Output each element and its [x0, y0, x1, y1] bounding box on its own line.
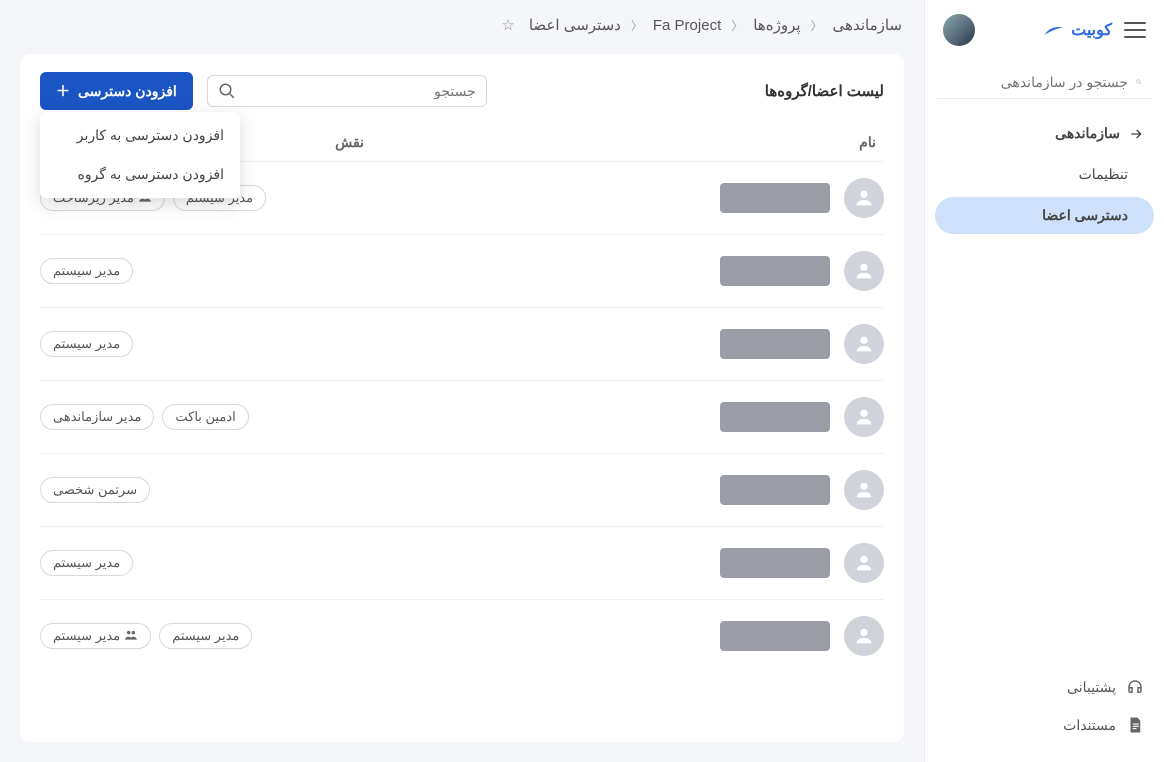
role-label: سرتمن شخصی [53, 482, 137, 498]
role-chip[interactable]: مدیر سیستم [40, 550, 133, 576]
star-icon[interactable]: ☆ [501, 16, 514, 34]
role-chip[interactable]: مدیر سیستم [159, 623, 252, 649]
member-avatar [844, 178, 884, 218]
roles: سرتمن شخصی [40, 477, 150, 503]
role-label: مدیر سازماندهی [53, 409, 141, 425]
table-row[interactable]: سرتمن شخصی [40, 453, 884, 526]
crumb-3[interactable]: دسترسی اعضا [529, 16, 621, 34]
search-input[interactable] [242, 83, 476, 99]
doc-icon [1126, 716, 1144, 734]
sidebar-item-label: تنظیمات [1079, 166, 1128, 183]
roles: مدیر سیستم [40, 331, 133, 357]
member-avatar [844, 470, 884, 510]
sidebar-search[interactable] [937, 66, 1152, 99]
docs-label: مستندات [1063, 717, 1116, 734]
col-name: نام [364, 134, 884, 151]
table-row[interactable]: مدیر سیستم مدیر سیستم [40, 599, 884, 672]
role-label: ادمین باکت [175, 409, 235, 425]
sidebar-item-label: دسترسی اعضا [1042, 207, 1128, 224]
member-avatar [844, 616, 884, 656]
member-avatar [844, 324, 884, 364]
role-label: مدیر سیستم [53, 336, 120, 352]
member-avatar [844, 543, 884, 583]
table-row[interactable]: مدیر سیستم [40, 526, 884, 599]
chevron-left-icon: 〈 [731, 17, 743, 34]
headset-icon [1126, 678, 1144, 696]
docs-link[interactable]: مستندات [925, 706, 1164, 744]
roles: مدیر سیستم [40, 258, 133, 284]
crumb-0[interactable]: سازماندهی [833, 16, 902, 34]
brand-name: کوبیت [1071, 20, 1112, 40]
roles: مدیر سیستم [40, 550, 133, 576]
panel-title: لیست اعضا/گروه‌ها [765, 82, 884, 100]
member-name-redacted [720, 329, 830, 359]
roles: مدیر سیستم مدیر سیستم [40, 623, 252, 649]
brand-logo-icon [1043, 23, 1065, 37]
support-link[interactable]: پشتیبانی [925, 668, 1164, 706]
panel: لیست اعضا/گروه‌ها افزودن دسترسی ＋ افزودن… [20, 54, 904, 742]
person-icon [853, 406, 875, 428]
role-label: مدیر سیستم [53, 263, 120, 279]
role-chip[interactable]: مدیر سازماندهی [40, 404, 154, 430]
search-icon [218, 82, 236, 100]
role-chip[interactable]: ادمین باکت [162, 404, 248, 430]
person-icon [853, 333, 875, 355]
sidebar-item-1[interactable]: دسترسی اعضا [935, 197, 1154, 234]
nav-section: سازماندهی تنظیمات دسترسی اعضا [925, 113, 1164, 236]
sidebar-item-0[interactable]: تنظیمات [925, 154, 1164, 195]
support-label: پشتیبانی [1067, 679, 1116, 696]
user-avatar[interactable] [943, 14, 975, 46]
arrow-right-icon [1128, 126, 1144, 142]
table-row[interactable]: مدیر سیستم [40, 307, 884, 380]
chevron-left-icon: 〈 [631, 17, 643, 34]
role-chip[interactable]: سرتمن شخصی [40, 477, 150, 503]
role-label: مدیر سیستم [53, 628, 120, 644]
roles: مدیر سازماندهی ادمین باکت [40, 404, 249, 430]
crumb-1[interactable]: پروژه‌ها [753, 16, 800, 34]
role-chip[interactable]: مدیر سیستم [40, 258, 133, 284]
member-name-redacted [720, 621, 830, 651]
breadcrumb: سازماندهی 〈 پروژه‌ها 〈 Fa Project 〈 دستر… [0, 0, 924, 44]
nav-head-label: سازماندهی [1055, 125, 1120, 142]
group-icon [124, 629, 138, 644]
plus-icon: ＋ [56, 81, 70, 101]
table-row[interactable]: مدیر سیستم [40, 234, 884, 307]
add-button-label: افزودن دسترسی [78, 83, 177, 100]
member-avatar [844, 251, 884, 291]
chevron-left-icon: 〈 [811, 17, 823, 34]
role-chip[interactable]: مدیر سیستم [40, 331, 133, 357]
searchbox[interactable] [207, 75, 487, 107]
crumb-2[interactable]: Fa Project [653, 17, 721, 34]
member-name-redacted [720, 256, 830, 286]
sidebar-header: کوبیت [925, 0, 1164, 60]
dropdown-add-user[interactable]: افزودن دسترسی به کاربر [40, 116, 240, 155]
person-icon [853, 625, 875, 647]
nav-head[interactable]: سازماندهی [925, 113, 1164, 154]
person-icon [853, 479, 875, 501]
sidebar-bottom: پشتیبانی مستندات [925, 662, 1164, 762]
panel-head: لیست اعضا/گروه‌ها افزودن دسترسی ＋ [40, 72, 884, 110]
sidebar: کوبیت سازماندهی تنظیمات دسترسی اعضا پشتیب… [924, 0, 1164, 762]
role-label: مدیر سیستم [53, 555, 120, 571]
brand[interactable]: کوبیت [1043, 20, 1112, 40]
main: سازماندهی 〈 پروژه‌ها 〈 Fa Project 〈 دستر… [0, 0, 924, 762]
person-icon [853, 187, 875, 209]
member-avatar [844, 397, 884, 437]
search-icon [1136, 74, 1142, 90]
role-chip[interactable]: مدیر سیستم [40, 623, 151, 649]
role-label: مدیر سیستم [172, 628, 239, 644]
member-name-redacted [720, 475, 830, 505]
add-access-button[interactable]: افزودن دسترسی ＋ [40, 72, 193, 110]
member-name-redacted [720, 548, 830, 578]
person-icon [853, 552, 875, 574]
sidebar-search-input[interactable] [947, 74, 1128, 90]
member-name-redacted [720, 183, 830, 213]
table-row[interactable]: مدیر سازماندهی ادمین باکت [40, 380, 884, 453]
menu-icon[interactable] [1124, 22, 1146, 38]
person-icon [853, 260, 875, 282]
member-name-redacted [720, 402, 830, 432]
add-access-dropdown: افزودن دسترسی به کاربر افزودن دسترسی به … [40, 112, 240, 198]
dropdown-add-group[interactable]: افزودن دسترسی به گروه [40, 155, 240, 194]
